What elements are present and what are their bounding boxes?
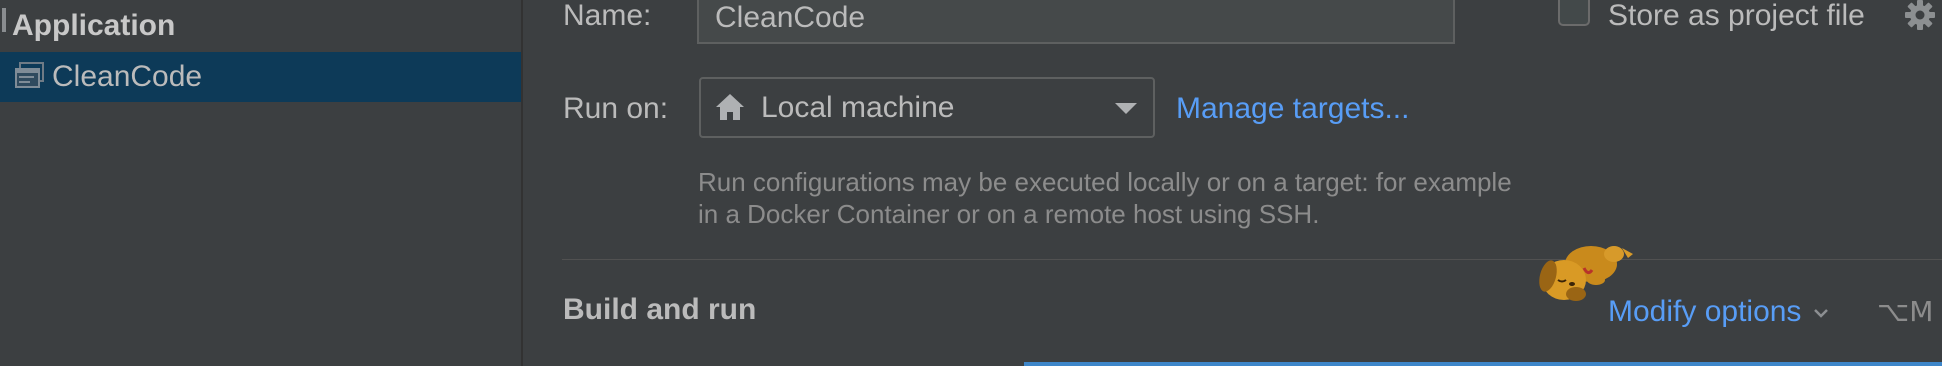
run-config-sidebar: Application CleanCode (0, 0, 521, 366)
sidebar-divider (521, 0, 523, 366)
tree-item-label: CleanCode (52, 60, 203, 93)
help-text-line: in a Docker Container or on a remote hos… (698, 199, 1320, 229)
manage-targets-link[interactable]: Manage targets... (1176, 92, 1409, 126)
focused-field-accent (1024, 362, 1942, 366)
tree-group-marker (2, 8, 6, 32)
modify-options-label: Modify options (1608, 295, 1802, 328)
name-input[interactable]: CleanCode (697, 0, 1455, 44)
store-as-project-file-label[interactable]: Store as project file (1608, 0, 1865, 33)
run-on-value: Local machine (761, 91, 955, 124)
home-icon (716, 94, 744, 120)
tree-item-cleancode[interactable]: CleanCode (0, 52, 521, 102)
run-on-label: Run on: (563, 92, 669, 125)
run-on-help-text: Run configurations may be executed local… (698, 166, 1598, 230)
build-and-run-title: Build and run (563, 293, 757, 326)
modify-options-button[interactable]: Modify options (1608, 295, 1829, 329)
gear-icon[interactable] (1903, 0, 1937, 32)
store-as-project-file-checkbox[interactable] (1558, 0, 1590, 26)
tree-group-label: Application (12, 9, 176, 42)
modify-options-shortcut: ⌥M (1877, 295, 1934, 328)
run-on-select[interactable]: Local machine (699, 77, 1155, 138)
application-config-icon (15, 62, 44, 88)
chevron-down-icon (1115, 103, 1137, 114)
section-separator (562, 259, 1942, 260)
tree-group-application[interactable]: Application (0, 0, 175, 52)
name-label: Name: (563, 0, 652, 32)
help-text-line: Run configurations may be executed local… (698, 167, 1512, 197)
chevron-down-icon (1814, 309, 1829, 318)
